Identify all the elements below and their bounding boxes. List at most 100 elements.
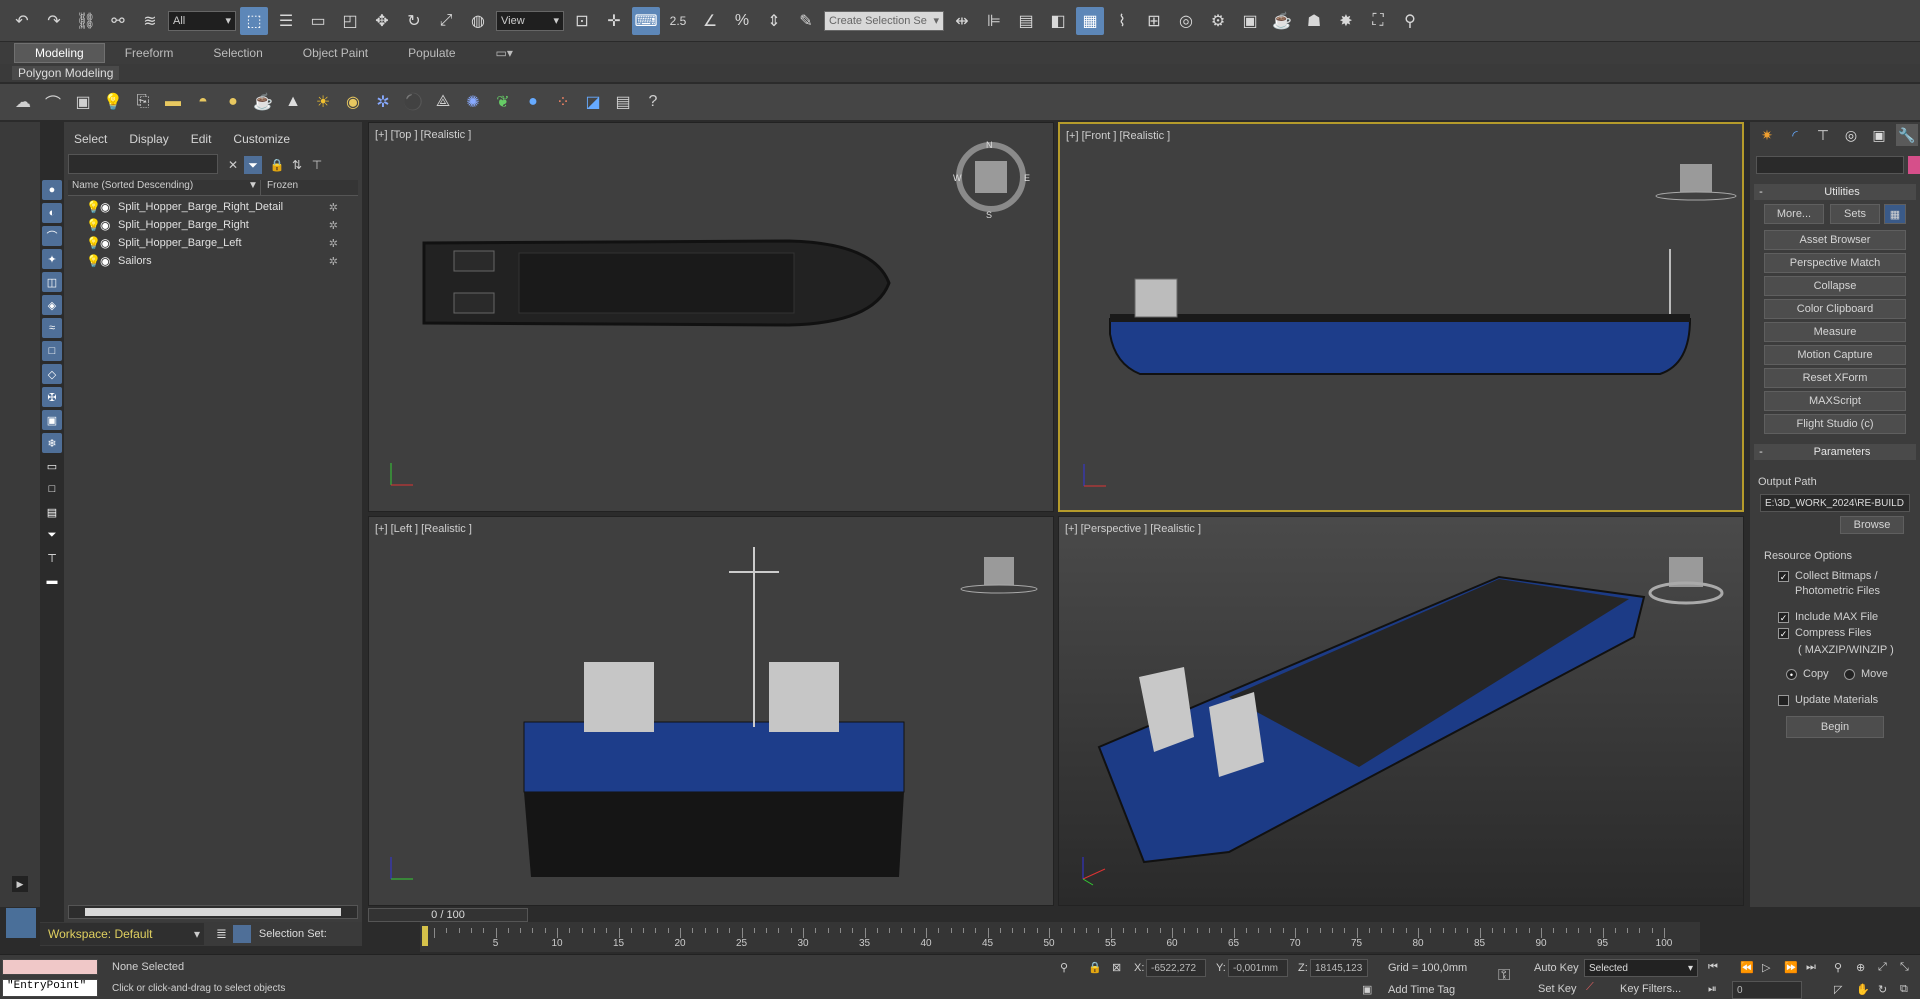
placement-icon[interactable]: ◍ — [464, 7, 492, 35]
visibility-icon[interactable]: ◉ — [100, 236, 114, 250]
column-sort-icon[interactable]: ▼ — [248, 180, 260, 195]
maxscript-listener-mini[interactable] — [2, 959, 98, 975]
dome-icon[interactable]: ◓ — [190, 89, 216, 115]
create-container-icon[interactable]: ▣ — [70, 89, 96, 115]
percent-snap-icon[interactable]: % — [728, 7, 756, 35]
filter-options-icon[interactable]: ⊤ — [42, 548, 62, 568]
x-coordinate-field[interactable]: -6522,272 — [1146, 959, 1206, 977]
align-icon[interactable]: ⊫ — [980, 7, 1008, 35]
go-to-end-icon[interactable]: ⏭ — [1806, 961, 1816, 974]
maximize-viewport-icon[interactable]: ⧉ — [1900, 983, 1908, 996]
z-coordinate-field[interactable]: 18145,123 — [1310, 959, 1368, 977]
modify-tab-icon[interactable]: ◜ — [1784, 124, 1806, 146]
particle-icon[interactable]: ✲ — [370, 89, 396, 115]
configure-sets-icon[interactable]: ▦ — [1884, 204, 1906, 224]
layers-icon[interactable]: ◧ — [1044, 7, 1072, 35]
rect-selection-icon[interactable]: ▭ — [304, 7, 332, 35]
visibility-icon[interactable]: ◉ — [100, 200, 114, 214]
spinner-snap-icon[interactable]: ⇕ — [760, 7, 788, 35]
menu-display[interactable]: Display — [129, 132, 168, 152]
color-swatch[interactable] — [1908, 156, 1920, 174]
menu-edit[interactable]: Edit — [191, 132, 212, 152]
scrollbar-thumb[interactable] — [85, 908, 341, 916]
render-iterative-icon[interactable]: ✸ — [1332, 7, 1360, 35]
render-active-icon[interactable]: ☗ — [1300, 7, 1328, 35]
reference-coord-dropdown[interactable]: View ▾ — [496, 10, 564, 31]
orbit-icon[interactable]: ↻ — [1878, 983, 1887, 996]
zoom-extents-icon[interactable]: ⤢ — [1878, 961, 1887, 974]
measure-button[interactable]: Measure — [1764, 322, 1906, 342]
viewcube[interactable]: N S E W — [953, 140, 1030, 220]
light-bulb-icon[interactable]: 💡 — [86, 236, 101, 250]
hierarchy-tab-icon[interactable]: ⊤ — [1812, 124, 1834, 146]
cloth-icon[interactable]: ⟁ — [430, 89, 456, 115]
go-to-start-icon[interactable]: ⏮ — [1708, 961, 1718, 974]
move-radio[interactable]: Move — [1844, 668, 1888, 680]
box-icon[interactable]: ▬ — [160, 89, 186, 115]
material-ball-icon[interactable]: ● — [520, 89, 546, 115]
create-tab-icon[interactable]: ✷ — [1756, 124, 1778, 146]
visibility-icon[interactable]: ◉ — [100, 218, 114, 232]
render-setup-icon[interactable]: ⚙ — [1204, 7, 1232, 35]
tab-selection[interactable]: Selection — [193, 44, 282, 62]
selection-set-icon[interactable] — [232, 925, 251, 943]
lock-selection-icon[interactable]: 🔒 — [1088, 961, 1102, 974]
set-key-button[interactable]: Set Key — [1538, 983, 1577, 995]
rendered-frame-icon[interactable]: ▣ — [1236, 7, 1264, 35]
teapot-icon[interactable]: ☕ — [250, 89, 276, 115]
browse-button[interactable]: Browse — [1840, 516, 1904, 534]
tab-object-paint[interactable]: Object Paint — [283, 44, 388, 62]
workspace-dropdown[interactable]: Workspace: Default ▾ — [40, 923, 204, 945]
timeline[interactable]: 5 10 15 20 25 30 35 40 45 50 55 60 65 70 75 80 85 90 95 100 — [420, 922, 1700, 952]
material-editor-icon[interactable]: ◎ — [1172, 7, 1200, 35]
filter-toggle-icon[interactable]: ⏷ — [244, 156, 262, 174]
filter-icon[interactable]: ⏷ — [42, 525, 62, 545]
collect-bitmaps-checkbox[interactable]: ✓ Collect Bitmaps / — [1778, 570, 1878, 582]
snap-toggle-icon[interactable]: 2.5 — [664, 7, 692, 35]
fluid-icon[interactable]: ✺ — [460, 89, 486, 115]
document-icon[interactable]: ▤ — [610, 89, 636, 115]
key-icon[interactable]: ⚿ — [1498, 967, 1510, 985]
begin-button[interactable]: Begin — [1786, 716, 1884, 738]
command-panel-input[interactable] — [1756, 156, 1904, 174]
more-button[interactable]: More... — [1764, 204, 1824, 224]
output-path-field[interactable]: E:\3D_WORK_2024\RE-BUILD — [1760, 494, 1910, 512]
key-mode-icon[interactable]: ⏯ — [1708, 983, 1717, 996]
display-groups-icon[interactable]: □ — [42, 341, 62, 361]
a360-icon[interactable]: ⚲ — [1396, 7, 1424, 35]
current-frame-field[interactable]: 0 — [1732, 981, 1802, 999]
viewport-front[interactable]: [+] [Front ] [Realistic ] — [1058, 122, 1744, 512]
absolute-mode-icon[interactable]: ⊠ — [1112, 961, 1121, 974]
display-containers-icon[interactable]: ▣ — [42, 410, 62, 430]
play-icon[interactable]: ▷ — [1762, 961, 1770, 974]
perspective-match-button[interactable]: Perspective Match — [1764, 253, 1906, 273]
foliage-icon[interactable]: ❦ — [490, 89, 516, 115]
layer-explorer-icon[interactable]: ▤ — [1012, 7, 1040, 35]
menu-customize[interactable]: Customize — [233, 132, 290, 152]
key-filters-button[interactable]: Key Filters... — [1620, 983, 1681, 995]
key-mode-dropdown[interactable]: Selected ▾ — [1584, 959, 1698, 977]
zoom-extents-all-icon[interactable]: ⤡ — [1900, 961, 1909, 974]
time-tag-icon[interactable]: ▣ — [1362, 983, 1372, 996]
compress-files-checkbox[interactable]: ✓ Compress Files — [1778, 627, 1871, 639]
field-of-view-icon[interactable]: ◸ — [1834, 983, 1842, 996]
viewport-layout-icon[interactable] — [6, 908, 36, 938]
select-object-icon[interactable]: ⬚ — [240, 6, 268, 35]
material-map-icon[interactable]: ⁘ — [550, 89, 576, 115]
link-icon[interactable]: ⛓ — [72, 7, 100, 35]
display-cameras-icon[interactable]: ◫ — [42, 272, 62, 292]
light-bulb-icon[interactable]: 💡 — [86, 200, 101, 214]
display-frozen-icon[interactable]: ❄ — [42, 433, 62, 453]
utilities-tab-icon[interactable]: 🔧 — [1896, 124, 1918, 146]
lock-icon[interactable]: 🔒 — [268, 156, 286, 174]
sky-icon[interactable]: ◉ — [340, 89, 366, 115]
collapse-button[interactable]: Collapse — [1764, 276, 1906, 296]
display-shapes-icon[interactable]: ⌒ — [42, 226, 62, 246]
viewport-top[interactable]: [+] [Top ] [Realistic ] N S E W — [368, 122, 1054, 512]
display-none-icon[interactable]: ● — [42, 180, 62, 200]
move-icon[interactable]: ✥ — [368, 7, 396, 35]
light-bulb-icon[interactable]: 💡 — [86, 254, 101, 268]
time-slider[interactable]: 0 / 100 — [368, 908, 528, 922]
horizontal-scrollbar[interactable] — [68, 905, 358, 919]
visibility-icon[interactable]: ◉ — [100, 254, 114, 268]
